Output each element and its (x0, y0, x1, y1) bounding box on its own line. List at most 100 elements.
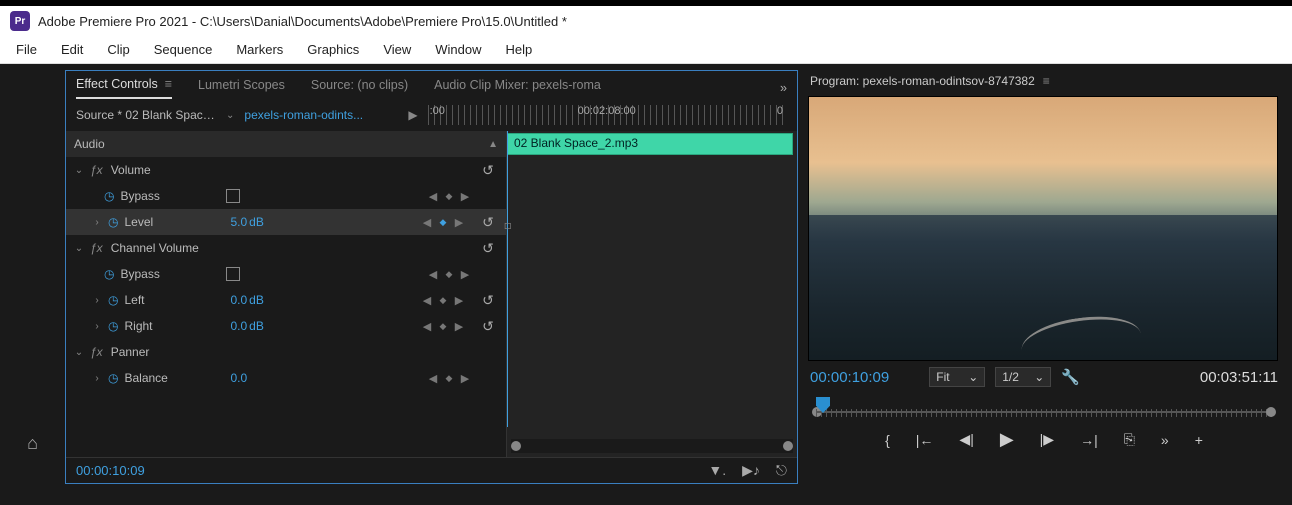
go-to-in-icon[interactable]: |← (916, 432, 934, 448)
tab-effect-controls[interactable]: Effect Controls ≡ (76, 77, 172, 99)
menu-window[interactable]: Window (423, 38, 493, 61)
next-keyframe-icon[interactable]: ▶ (452, 216, 466, 229)
overflow-icon[interactable]: » (1161, 432, 1169, 448)
add-button-icon[interactable]: + (1195, 432, 1203, 448)
add-keyframe-icon[interactable]: ◆ (442, 269, 456, 280)
disclosure-icon[interactable]: › (92, 295, 102, 306)
tab-source[interactable]: Source: (no clips) (311, 78, 408, 98)
stopwatch-icon[interactable]: ◷ (108, 215, 118, 229)
menu-edit[interactable]: Edit (49, 38, 95, 61)
stopwatch-icon[interactable]: ◷ (108, 293, 118, 307)
fx-badge[interactable]: ƒx (90, 241, 103, 255)
playhead[interactable] (507, 131, 508, 427)
section-audio[interactable]: Audio ▲ (66, 131, 506, 157)
keyframe-timeline[interactable]: 02 Blank Space_2.mp3 ◇ (506, 131, 797, 457)
disclosure-icon[interactable]: ⌄ (74, 347, 84, 358)
sequence-link[interactable]: pexels-roman-odints... (244, 108, 394, 122)
source-clip-label[interactable]: Source * 02 Blank Space... (76, 108, 216, 122)
menu-graphics[interactable]: Graphics (295, 38, 371, 61)
reset-icon[interactable]: ↺ (478, 318, 498, 335)
reset-icon[interactable]: ↺ (478, 162, 498, 179)
step-forward-icon[interactable]: |▶ (1040, 431, 1054, 448)
tab-audio-clip-mixer[interactable]: Audio Clip Mixer: pexels-roma (434, 78, 601, 98)
collapse-icon[interactable]: ▲ (486, 139, 498, 150)
panel-menu-icon[interactable]: ≡ (165, 77, 172, 91)
fx-badge[interactable]: ƒx (90, 163, 103, 177)
resolution-dropdown[interactable]: 1/2⌄ (995, 367, 1051, 387)
next-keyframe-icon[interactable]: ▶ (458, 372, 472, 385)
timecode-display[interactable]: 00:00:10:09 (76, 463, 145, 478)
next-keyframe-icon[interactable]: ▶ (452, 294, 466, 307)
prev-keyframe-icon[interactable]: ◀ (426, 372, 440, 385)
panel-menu-icon[interactable]: ≡ (1043, 74, 1050, 88)
overflow-icon[interactable]: » (780, 81, 787, 95)
section-label: Audio (74, 137, 105, 151)
reset-icon[interactable]: ↺ (478, 292, 498, 309)
reset-icon[interactable]: ↺ (478, 240, 498, 257)
program-preview[interactable] (808, 96, 1278, 361)
level-value[interactable]: 5.0dB (230, 215, 300, 229)
mini-timeline-ruler[interactable]: :00 00:02:08:00 0 (428, 105, 787, 125)
step-back-icon[interactable]: ◀| (959, 431, 973, 448)
balance-value[interactable]: 0.0 (230, 371, 300, 385)
disclosure-icon[interactable]: › (92, 373, 102, 384)
stopwatch-icon[interactable]: ◷ (108, 319, 118, 333)
zoom-handle-right[interactable] (783, 441, 793, 451)
ruler-tc-mid: 00:02:08:00 (578, 105, 636, 117)
disclosure-icon[interactable]: ⌄ (74, 243, 84, 254)
add-keyframe-icon[interactable]: ◆ (436, 321, 450, 332)
filter-icon[interactable]: ▼. (708, 462, 726, 479)
effect-channel-volume[interactable]: ⌄ ƒx Channel Volume ↺ (66, 235, 506, 261)
disclosure-icon[interactable]: ⌄ (74, 165, 84, 176)
stopwatch-icon[interactable]: ◷ (104, 267, 114, 281)
add-keyframe-icon[interactable]: ◆ (442, 373, 456, 384)
chevron-down-icon[interactable]: ⌄ (226, 110, 234, 121)
prev-keyframe-icon[interactable]: ◀ (420, 294, 434, 307)
play-icon[interactable]: ▶ (408, 108, 417, 122)
zoom-dropdown[interactable]: Fit⌄ (929, 367, 985, 387)
menu-file[interactable]: File (4, 38, 49, 61)
menu-view[interactable]: View (371, 38, 423, 61)
effects-toggle-icon[interactable]: ▶♪ (742, 462, 760, 479)
next-keyframe-icon[interactable]: ▶ (452, 320, 466, 333)
prev-keyframe-icon[interactable]: ◀ (426, 268, 440, 281)
disclosure-icon[interactable]: › (92, 321, 102, 332)
ruler-tc-start: :00 (430, 105, 445, 117)
bypass-checkbox[interactable] (226, 189, 240, 203)
next-keyframe-icon[interactable]: ▶ (458, 190, 472, 203)
next-keyframe-icon[interactable]: ▶ (458, 268, 472, 281)
mark-in-icon[interactable]: { (885, 432, 890, 448)
disclosure-icon[interactable]: › (92, 217, 102, 228)
left-value[interactable]: 0.0dB (230, 293, 300, 307)
reset-icon[interactable]: ↺ (478, 214, 498, 231)
add-keyframe-icon[interactable]: ◆ (436, 295, 450, 306)
go-to-out-icon[interactable]: →| (1080, 432, 1098, 448)
export-icon[interactable]: ⎋ (776, 462, 787, 479)
home-icon[interactable]: ⌂ (27, 433, 38, 454)
stopwatch-icon[interactable]: ◷ (104, 189, 114, 203)
fx-badge[interactable]: ƒx (90, 345, 103, 359)
zoom-handle-left[interactable] (511, 441, 521, 451)
effect-volume[interactable]: ⌄ ƒx Volume ↺ (66, 157, 506, 183)
menu-clip[interactable]: Clip (95, 38, 141, 61)
effect-panner[interactable]: ⌄ ƒx Panner (66, 339, 506, 365)
audio-clip-block[interactable]: 02 Blank Space_2.mp3 (507, 133, 793, 155)
add-keyframe-icon[interactable]: ◆ (436, 217, 450, 228)
menu-help[interactable]: Help (494, 38, 545, 61)
right-value[interactable]: 0.0dB (230, 319, 300, 333)
tab-lumetri-scopes[interactable]: Lumetri Scopes (198, 78, 285, 98)
bypass-checkbox[interactable] (226, 267, 240, 281)
stopwatch-icon[interactable]: ◷ (108, 371, 118, 385)
current-timecode[interactable]: 00:00:10:09 (810, 369, 889, 386)
add-keyframe-icon[interactable]: ◆ (442, 191, 456, 202)
program-scrubber[interactable] (810, 395, 1278, 421)
menu-sequence[interactable]: Sequence (142, 38, 225, 61)
prev-keyframe-icon[interactable]: ◀ (426, 190, 440, 203)
prev-keyframe-icon[interactable]: ◀ (420, 320, 434, 333)
play-icon[interactable]: ▶ (1000, 429, 1014, 450)
prev-keyframe-icon[interactable]: ◀ (420, 216, 434, 229)
settings-icon[interactable]: 🔧 (1061, 368, 1080, 386)
out-point-handle[interactable] (1266, 407, 1276, 417)
export-frame-icon[interactable]: ⎘ (1124, 431, 1135, 448)
menu-markers[interactable]: Markers (224, 38, 295, 61)
